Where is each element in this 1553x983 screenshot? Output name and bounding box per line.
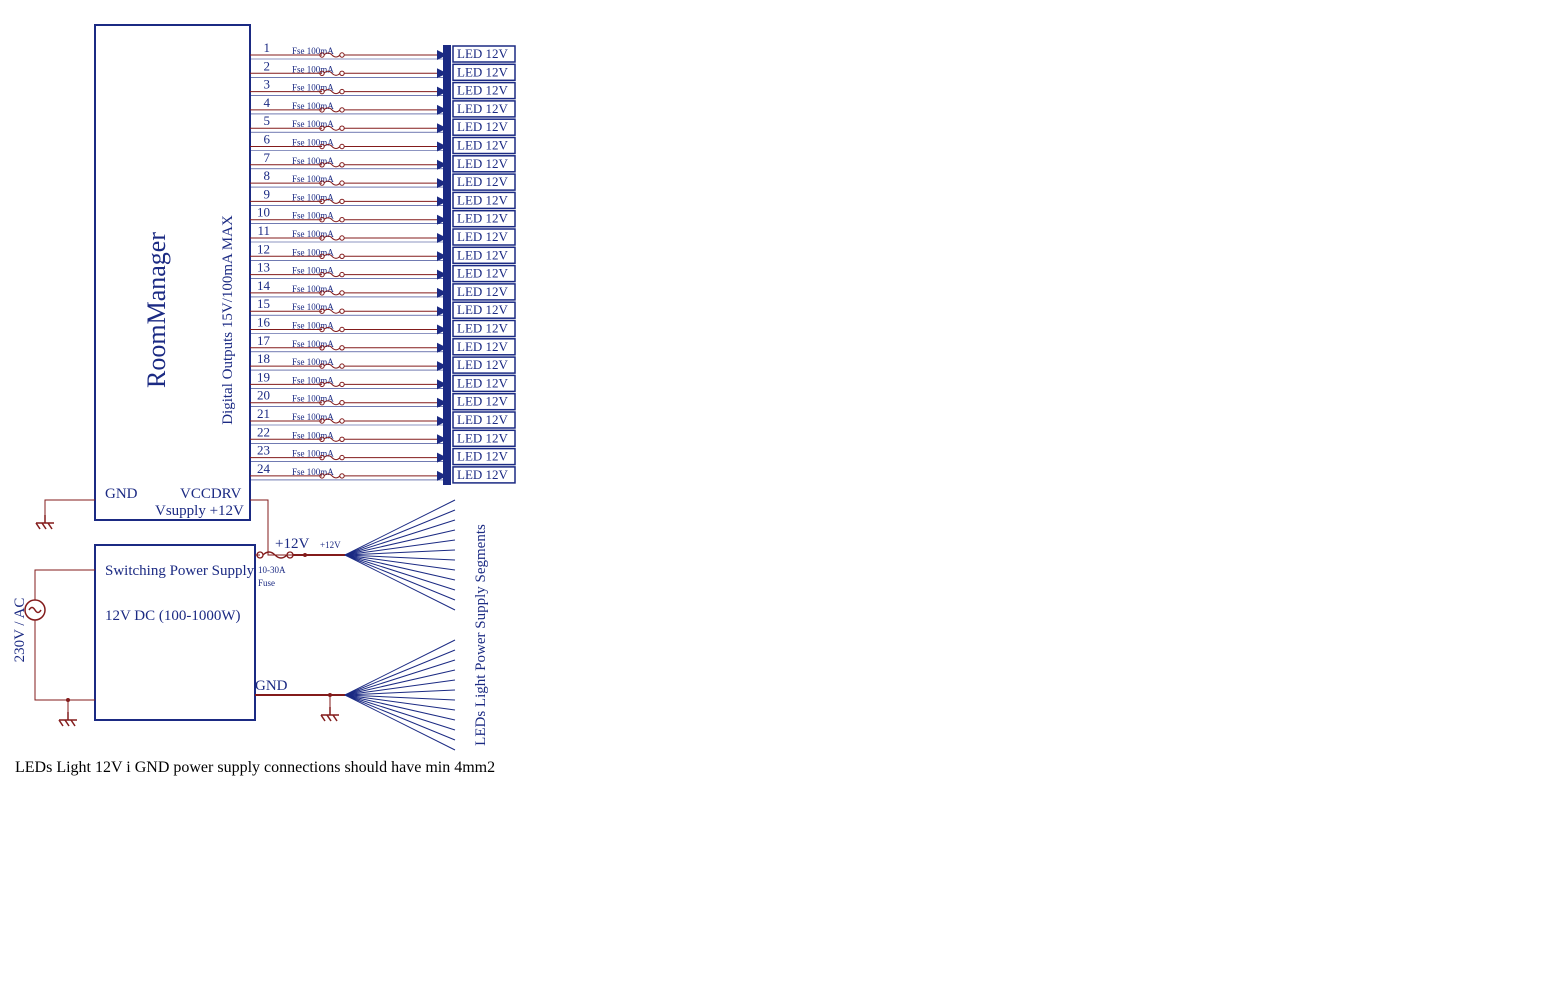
led-segment-label: LED 12V	[457, 211, 509, 226]
psu-12v-rays	[345, 500, 455, 610]
led-segment-label: LED 12V	[457, 339, 509, 354]
led-segment-label: LED 12V	[457, 101, 509, 116]
led-segment-label: LED 12V	[457, 192, 509, 207]
led-segment-label: LED 12V	[457, 229, 509, 244]
led-segment-label: LED 12V	[457, 412, 509, 427]
channel-pin-number: 23	[257, 443, 270, 458]
rm-vsupply-label: Vsupply +12V	[155, 503, 244, 519]
psu-bigfuse-label1: 10-30A	[258, 565, 286, 575]
roommanager-title: RoomManager	[142, 232, 171, 388]
led-segment-label: LED 12V	[457, 156, 509, 171]
digital-outputs-label: Digital Outputs 15V/100mA MAX	[220, 215, 236, 425]
channel-pin-number: 13	[257, 260, 270, 275]
channel-pin-number: 18	[257, 351, 270, 366]
psu-12v-small: +12V	[320, 540, 341, 550]
rm-vccdrv-label: VCCDRV	[180, 486, 241, 502]
led-segment-label: LED 12V	[457, 138, 509, 153]
channel-pin-number: 4	[264, 95, 271, 110]
channel-pin-number: 8	[264, 168, 271, 183]
channel-pin-number: 11	[257, 223, 270, 238]
psu-ac-label: 230V / AC	[12, 598, 28, 663]
channel-pin-number: 21	[257, 406, 270, 421]
led-segment-label: LED 12V	[457, 46, 509, 61]
led-segment-label: LED 12V	[457, 247, 509, 262]
channel-pin-number: 2	[264, 58, 271, 73]
channel-pin-number: 6	[264, 132, 271, 147]
channel-pin-number: 19	[257, 369, 270, 384]
roommanager-block: RoomManager Digital Outputs 15V/100mA MA…	[95, 25, 250, 520]
channel-pin-number: 16	[257, 315, 271, 330]
psu-spec: 12V DC (100-1000W)	[105, 608, 241, 624]
led-segment-label: LED 12V	[457, 266, 509, 281]
psu-gnd-output: GND	[255, 678, 345, 721]
led-segment-label: LED 12V	[457, 64, 509, 79]
led-segment-label: LED 12V	[457, 394, 509, 409]
led-segment-label: LED 12V	[457, 321, 509, 336]
led-segment-label: LED 12V	[457, 174, 509, 189]
psu-gnd-rays	[345, 640, 455, 750]
psu-block: Switching Power Supply 12V DC (100-1000W…	[95, 545, 255, 720]
psu-12v-label: +12V	[275, 536, 309, 552]
channel-pin-number: 22	[257, 424, 270, 439]
psu-gnd-label: GND	[255, 678, 288, 694]
footnote: LEDs Light 12V i GND power supply connec…	[15, 759, 495, 776]
channel-pin-number: 12	[257, 241, 270, 256]
led-segment-label: LED 12V	[457, 375, 509, 390]
channel-pin-number: 5	[264, 113, 271, 128]
led-segment-label: LED 12V	[457, 83, 509, 98]
led-segment-label: LED 12V	[457, 302, 509, 317]
led-segment-label: LED 12V	[457, 430, 509, 445]
output-channels: 1Fse 100mALED 12V2Fse 100mALED 12V3Fse 1…	[250, 40, 515, 483]
psu-bigfuse-label2: Fuse	[258, 578, 275, 588]
psu-ac-input: 230V / AC	[12, 570, 95, 726]
led-segment-label: LED 12V	[457, 449, 509, 464]
channel-pin-number: 24	[257, 461, 271, 476]
led-segment-label: LED 12V	[457, 284, 509, 299]
channel-pin-number: 7	[264, 150, 271, 165]
segments-label: LEDs Light Power Supply Segments	[473, 524, 489, 746]
rm-gnd-label: GND	[105, 486, 138, 502]
psu-title: Switching Power Supply	[105, 563, 255, 579]
channel-pin-number: 3	[264, 77, 271, 92]
rm-gnd-net	[36, 500, 95, 529]
led-segment-label: LED 12V	[457, 357, 509, 372]
led-segment-label: LED 12V	[457, 119, 509, 134]
channel-pin-number: 9	[264, 186, 271, 201]
channel-row: 1Fse 100mALED 12V	[250, 40, 515, 62]
channel-pin-number: 20	[257, 388, 270, 403]
channel-pin-number: 15	[257, 296, 270, 311]
channel-pin-number: 17	[257, 333, 271, 348]
channel-pin-number: 1	[264, 40, 271, 55]
channel-pin-number: 14	[257, 278, 271, 293]
channel-pin-number: 10	[257, 205, 270, 220]
led-segment-label: LED 12V	[457, 467, 509, 482]
